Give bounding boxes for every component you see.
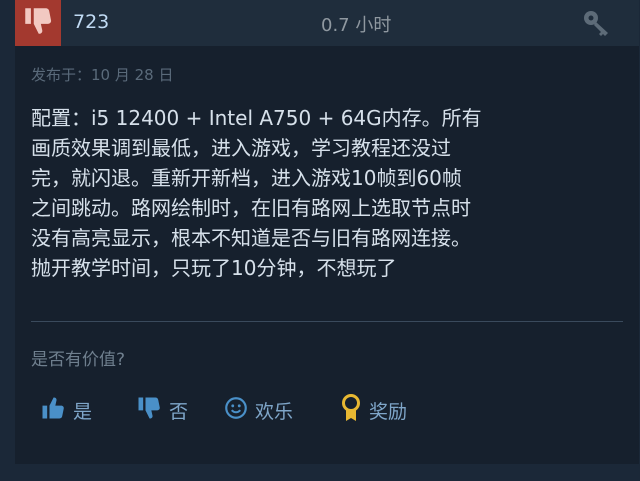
- products-count[interactable]: 723: [73, 11, 109, 33]
- vote-funny-button[interactable]: 欢乐: [223, 390, 293, 430]
- review-card: 723 0.7 小时 发布于：10 月 28 日 配置：i5 12400 + I…: [15, 0, 639, 464]
- thumbs-down-icon: [135, 394, 163, 427]
- vote-yes-label: 是: [73, 400, 93, 423]
- helpful-question: 是否有价值?: [31, 350, 126, 370]
- vote-no-label: 否: [169, 400, 189, 423]
- thumbs-up-icon: [39, 394, 67, 427]
- vote-no-button[interactable]: 否: [135, 390, 188, 430]
- review-text: 配置：i5 12400 + Intel A750 + 64G内存。所有 画质效果…: [31, 106, 482, 280]
- smiley-icon: [223, 395, 249, 426]
- thumbs-down-icon: [21, 4, 55, 42]
- vote-funny-label: 欢乐: [255, 400, 294, 423]
- award-label: 奖励: [369, 400, 408, 423]
- award-icon: [339, 393, 363, 428]
- award-button[interactable]: 奖励: [339, 390, 407, 430]
- divider: [31, 321, 623, 322]
- review-header: 723 0.7 小时: [15, 0, 639, 46]
- posted-date: 发布于：10 月 28 日: [31, 66, 174, 84]
- vote-yes-button[interactable]: 是: [39, 390, 92, 430]
- key-icon: [581, 8, 613, 42]
- not-recommended-badge: [15, 0, 61, 46]
- hours-played: 0.7 小时: [321, 15, 392, 36]
